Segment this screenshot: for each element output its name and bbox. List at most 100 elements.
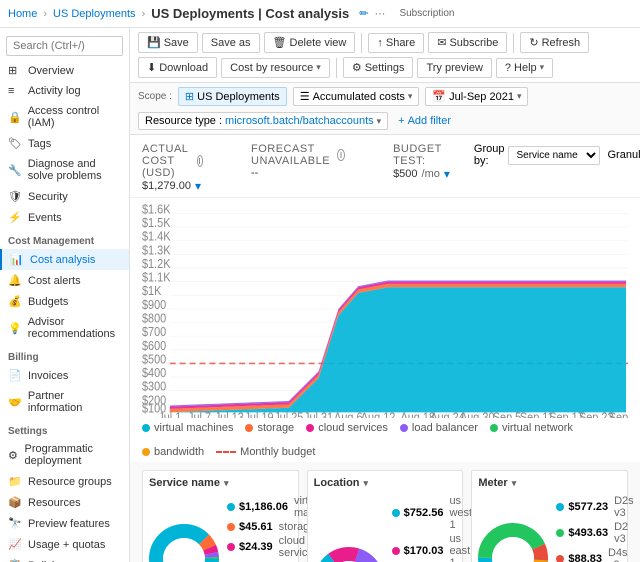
sidebar-item-resources[interactable]: 📦Resources	[0, 492, 129, 513]
svg-text:$1.3K: $1.3K	[142, 244, 171, 258]
sidebar-item-label: Programmatic deployment	[25, 443, 121, 467]
panel-legend-value: $752.56	[404, 507, 444, 519]
sidebar-item-diagnose-and-solve-problems[interactable]: 🔧Diagnose and solve problems	[0, 154, 129, 186]
save-icon: 💾	[147, 36, 161, 49]
actual-cost-value: $1,279.00 ▾	[142, 179, 203, 193]
meter-panel: Meter ▾ $577.23D2s v3$49	[471, 470, 628, 562]
sidebar-item-resource-groups[interactable]: 📁 Resource groups	[0, 471, 129, 492]
legend-item: load balancer	[400, 422, 478, 434]
sidebar-item-icon: 📁	[8, 475, 22, 488]
scope-tag[interactable]: ⊞ US Deployments	[178, 87, 287, 106]
download-button[interactable]: ⬇ Download	[138, 57, 217, 78]
sidebar-item-cost-alerts[interactable]: 🔔Cost alerts	[0, 270, 129, 291]
toolbar-separator3	[336, 58, 337, 78]
resource-type-filter[interactable]: Resource type : microsoft.batch/batchacc…	[138, 112, 388, 130]
legend-dot	[306, 424, 314, 432]
svg-text:$600: $600	[142, 339, 167, 353]
sidebar-item-advisor-recommendations[interactable]: 💡Advisor recommendations	[0, 312, 129, 344]
sidebar-item-preview-features[interactable]: 🔭Preview features	[0, 513, 129, 534]
sidebar: ⊞Overview≡Activity log🔒Access control (I…	[0, 28, 130, 562]
sidebar-item-icon: 🔔	[8, 274, 22, 287]
help-icon: ?	[505, 62, 511, 74]
info-icon2[interactable]: i	[337, 149, 345, 161]
svg-text:Sep 30: Sep 30	[609, 411, 628, 418]
sidebar-item-icon: 📊	[10, 253, 24, 266]
panel-legend-item: $493.63D2 v3	[556, 521, 633, 545]
sidebar-item-security[interactable]: 🛡Security	[0, 186, 129, 207]
panel-legend-value: $88.83	[568, 553, 602, 562]
settings-button[interactable]: ⚙ Settings	[343, 57, 414, 78]
sidebar-item-label: Resource groups	[28, 476, 112, 488]
refresh-button[interactable]: ↻ Refresh	[520, 32, 589, 53]
svg-text:Aug 12: Aug 12	[361, 411, 396, 418]
actual-cost-label: ACTUAL COST (USD) i	[142, 143, 203, 179]
sidebar-item-cost-analysis[interactable]: 📊 Cost analysis	[0, 249, 129, 270]
sidebar-item-label: Access control (IAM)	[28, 105, 121, 129]
sidebar-item-label: Advisor recommendations	[28, 316, 121, 340]
group-by-select[interactable]: Service name	[508, 146, 600, 165]
sidebar-item-activity-log[interactable]: ≡Activity log	[0, 81, 129, 101]
chevron-down-icon7[interactable]: ▾	[364, 478, 369, 489]
date-range-filter[interactable]: 📅 Jul-Sep 2021 ▾	[425, 87, 528, 106]
share-button[interactable]: ↑ Share	[368, 33, 424, 53]
parent-link[interactable]: US Deployments	[53, 8, 136, 20]
add-filter-button[interactable]: + Add filter	[394, 113, 455, 129]
top-bar: Home › US Deployments › US Deployments |…	[0, 0, 640, 28]
sidebar-item-partner-information[interactable]: 🤝Partner information	[0, 386, 129, 418]
svg-text:$1.4K: $1.4K	[142, 230, 171, 244]
sidebar-item-icon: ⊞	[8, 64, 22, 77]
forecast-value: --	[251, 167, 345, 179]
plus-icon: +	[398, 115, 404, 127]
panel-legend-dot	[392, 509, 400, 517]
sidebar-item-icon: 🤝	[8, 396, 22, 409]
delete-icon: 🗑	[273, 36, 287, 49]
try-preview-button[interactable]: Try preview	[417, 58, 491, 78]
svg-text:$700: $700	[142, 325, 167, 339]
svg-text:$500: $500	[142, 353, 167, 367]
home-link[interactable]: Home	[8, 8, 37, 20]
sidebar-item-tags[interactable]: 🏷Tags	[0, 133, 129, 154]
sidebar-item-usage-+-quotas[interactable]: 📈Usage + quotas	[0, 534, 129, 555]
sidebar-item-label: Resources	[28, 497, 81, 509]
main-content: 💾 Save Save as 🗑 Delete view ↑ Share ✉ S…	[130, 28, 640, 562]
save-button[interactable]: 💾 Save	[138, 32, 198, 53]
legend-dot	[142, 424, 150, 432]
chevron-down-icon8[interactable]: ▾	[512, 478, 517, 489]
sidebar-item-label: Events	[28, 212, 62, 224]
sidebar-item-events[interactable]: ⚡Events	[0, 207, 129, 228]
accumulated-filter[interactable]: ☰ Accumulated costs ▾	[293, 87, 420, 106]
svg-text:$1.5K: $1.5K	[142, 216, 171, 230]
sidebar-item-programmatic-deployment[interactable]: ⚙Programmatic deployment	[0, 439, 129, 471]
help-button[interactable]: ? Help ▾	[496, 58, 553, 78]
delete-button[interactable]: 🗑 Delete view	[264, 32, 356, 53]
svg-text:Jul 19: Jul 19	[244, 411, 273, 418]
page-title: US Deployments | Cost analysis	[151, 6, 349, 21]
sidebar-item-access-control-(iam)[interactable]: 🔒Access control (IAM)	[0, 101, 129, 133]
sidebar-item-overview[interactable]: ⊞Overview	[0, 60, 129, 81]
svg-text:$400: $400	[142, 366, 167, 380]
group-by-control: Group by: Service name	[474, 143, 600, 167]
subscribe-button[interactable]: ✉ Subscribe	[428, 32, 507, 53]
info-icon[interactable]: i	[197, 155, 203, 167]
save-as-button[interactable]: Save as	[202, 33, 260, 53]
sidebar-item-icon: 🛡	[8, 190, 22, 203]
chevron-down-icon6[interactable]: ▾	[224, 478, 229, 489]
sidebar-item-label: Diagnose and solve problems	[28, 158, 121, 182]
meter-donut	[478, 523, 548, 562]
search-input[interactable]	[6, 36, 123, 56]
cost-by-resource-button[interactable]: Cost by resource ▾	[221, 58, 330, 78]
meter-panel-header: Meter ▾	[478, 477, 621, 489]
edit-icon[interactable]: ✏	[359, 7, 368, 20]
calendar-icon: 📅	[432, 90, 446, 103]
sidebar-item-icon: 💰	[8, 295, 22, 308]
panel-legend-value: $577.23	[568, 501, 608, 513]
settings-icon: ⚙	[352, 61, 362, 74]
sidebar-item-invoices[interactable]: 📄Invoices	[0, 365, 129, 386]
subscribe-icon: ✉	[437, 36, 446, 49]
sidebar-item-budgets[interactable]: 💰Budgets	[0, 291, 129, 312]
chevron-down-icon5: ▾	[377, 116, 382, 127]
more-icon[interactable]: ···	[374, 8, 385, 20]
sidebar-item-label: Cost analysis	[30, 254, 95, 266]
svg-text:Aug 30: Aug 30	[460, 411, 495, 418]
sidebar-item-policies[interactable]: 📋Policies	[0, 555, 129, 562]
